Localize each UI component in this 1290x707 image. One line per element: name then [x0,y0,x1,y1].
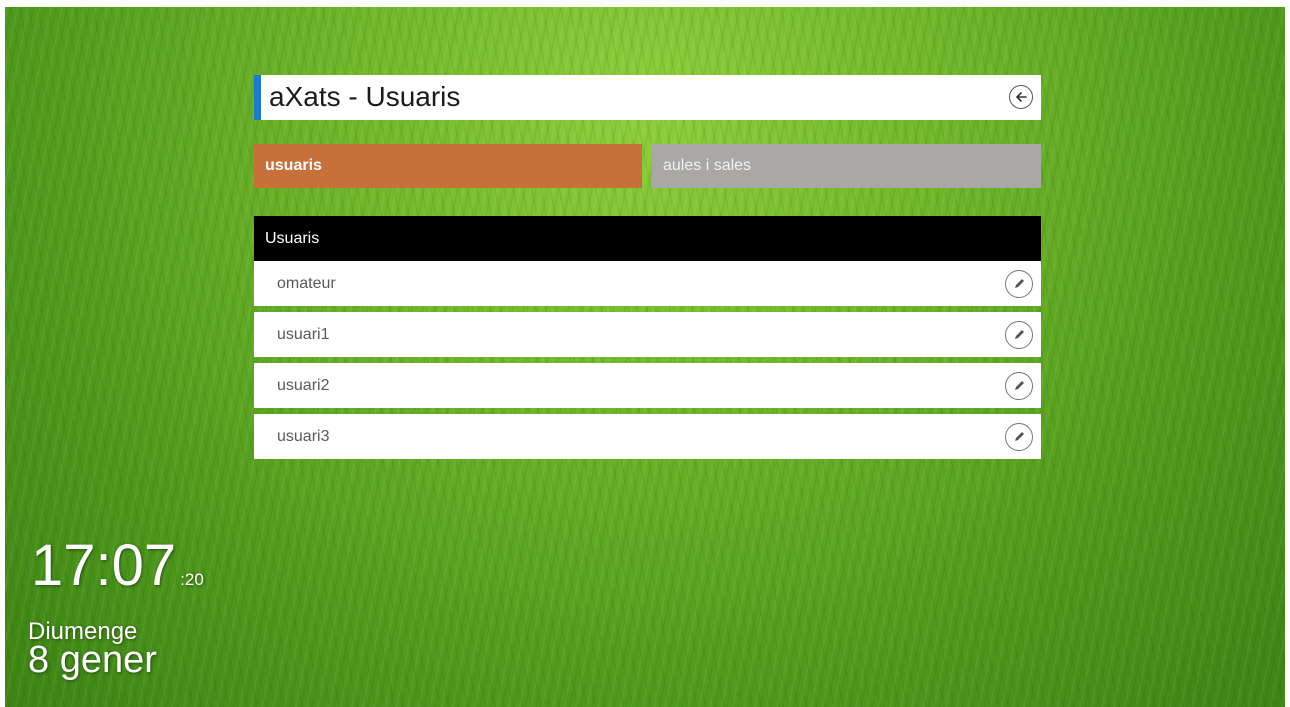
edit-button[interactable] [1005,321,1033,349]
edit-button[interactable] [1005,270,1033,298]
user-name: usuari2 [277,377,330,394]
tab-usuaris[interactable]: usuaris [254,144,642,188]
title-bar: aXats - Usuaris [254,75,1041,120]
pencil-icon [1015,381,1024,390]
list-item[interactable]: omateur [254,261,1041,306]
date-text: 8 gener [28,639,157,681]
user-name: usuari1 [277,326,330,343]
tab-aules-i-sales[interactable]: aules i sales [652,144,1041,188]
back-button[interactable] [1009,85,1033,109]
clock-time: 17:07 [31,533,177,598]
pencil-icon [1015,432,1024,441]
list-item[interactable]: usuari2 [254,363,1041,408]
list-header: Usuaris [254,216,1041,261]
list-item[interactable]: usuari1 [254,312,1041,357]
list-item[interactable]: usuari3 [254,414,1041,459]
user-name: omateur [277,275,336,292]
clock: 17:07:20 [31,535,204,597]
clock-seconds: :20 [180,570,204,589]
arrow-left-icon [1016,92,1027,102]
edit-button[interactable] [1005,372,1033,400]
page-title: aXats - Usuaris [269,81,461,112]
pencil-icon [1015,330,1024,339]
desktop-background: aXats - Usuaris usuaris aules i sales Us… [5,7,1285,707]
edit-button[interactable] [1005,423,1033,451]
users-list: Usuaris omateur usuari1 usuari2 usuari3 [254,216,1041,459]
user-name: usuari3 [277,428,330,445]
pencil-icon [1015,279,1024,288]
